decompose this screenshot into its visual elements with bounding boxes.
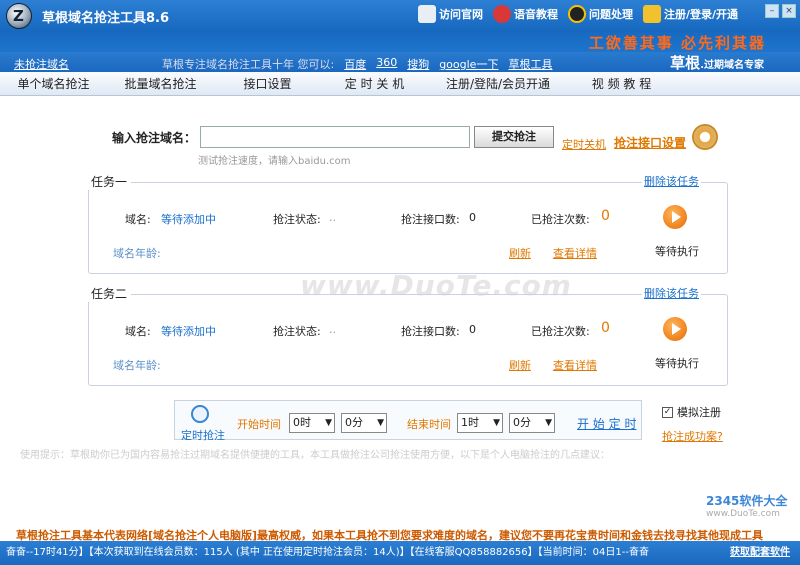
scheduled-grab-panel: 定时抢注 开始时间 0时 ▼ 0分 ▼ 结束时间 1时 ▼ 0分 ▼ 开 始 定 时: [174, 400, 642, 442]
interface-count-label: 抢注接口数:: [401, 325, 460, 338]
status-label: 抢注状态:: [273, 213, 321, 226]
main-tabs: 单个域名抢注 批量域名抢注 接口设置 定 时 关 机 注册/登陆/会员开通 视 …: [0, 72, 800, 96]
domain-value: 等待添加中: [161, 213, 216, 226]
home-icon: [417, 5, 436, 23]
issue-help-link[interactable]: 问题处理: [567, 5, 633, 23]
start-hour-select[interactable]: 0时 ▼: [289, 413, 335, 433]
status-text: 奋奋--17时41分】【本次获取到在线会员数：115人 (其中 正在使用定时抢注…: [6, 547, 649, 558]
gear-icon[interactable]: [692, 124, 718, 150]
delete-task-link[interactable]: 删除该任务: [642, 173, 701, 189]
voice-tutorial-link[interactable]: 语音教程: [492, 5, 558, 23]
tab-scheduled-shutdown[interactable]: 定 时 关 机: [321, 72, 428, 95]
search-link-caogen-tools[interactable]: 草根工具: [508, 56, 552, 72]
status-bar: 奋奋--17时41分】【本次获取到在线会员数：115人 (其中 正在使用定时抢注…: [0, 541, 800, 565]
search-link-baidu[interactable]: 百度: [344, 56, 366, 72]
tab-batch-domain[interactable]: 批量域名抢注: [107, 72, 214, 95]
search-link-google[interactable]: google一下: [439, 56, 498, 72]
status-value: ..: [329, 211, 336, 224]
domain-label: 域名:: [125, 213, 151, 226]
scheduled-shutdown-link[interactable]: 定时关机: [562, 136, 606, 152]
interface-count-value: 0: [469, 323, 476, 336]
domain-age-label: 域名年龄:: [113, 247, 161, 260]
start-minute-select[interactable]: 0分 ▼: [341, 413, 387, 433]
watermark-logo: 2345软件大全 www.DuoTe.com: [706, 494, 788, 519]
domain-input[interactable]: [200, 126, 471, 148]
register-login-link[interactable]: 注册/登录/开通: [642, 5, 738, 23]
notice-text-group: 草根专注域名抢注工具十年 您可以: 百度 360 搜狗 google一下 草根工…: [162, 56, 552, 72]
notice-text: 草根专注域名抢注工具十年 您可以:: [162, 58, 335, 71]
clock-icon: [191, 405, 209, 423]
task-title: 任务二: [87, 285, 132, 302]
search-link-sogou[interactable]: 搜狗: [407, 56, 429, 72]
music-icon: [492, 5, 511, 23]
interface-count-label: 抢注接口数:: [401, 213, 460, 226]
domain-label: 域名:: [125, 325, 151, 338]
submit-button[interactable]: 提交抢注: [474, 126, 555, 148]
app-title: 草根域名抢注工具8.6: [42, 11, 170, 26]
domain-input-label: 输入抢注域名：: [112, 130, 197, 145]
status-value: ..: [329, 323, 336, 336]
task-panel-2: 任务二 删除该任务 域名: 等待添加中 抢注状态: .. 抢注接口数: 0 已抢…: [87, 285, 728, 386]
interface-settings-link[interactable]: 抢注接口设置: [614, 134, 686, 151]
usage-tips: 使用提示：草根助你已为国内容易抢注过期域名提供便捷的工具，本工具做抢注公司抢注使…: [20, 450, 610, 461]
close-button[interactable]: ×: [782, 4, 796, 18]
attempt-count-label: 已抢注次数:: [531, 325, 590, 338]
notice-bar: 未抢注域名 草根专注域名抢注工具十年 您可以: 百度 360 搜狗 google…: [0, 52, 800, 72]
attempt-count-value: 0: [601, 208, 610, 224]
get-companion-software-link[interactable]: 获取配套软件: [730, 541, 790, 565]
chevron-down-icon: ▼: [493, 418, 500, 428]
input-hint: 测试抢注速度，请输入baidu.com: [198, 156, 351, 167]
end-hour-select[interactable]: 1时 ▼: [457, 413, 503, 433]
scheduled-grab-label: 定时抢注: [181, 429, 225, 442]
tab-video-tutorial[interactable]: 视 频 教 程: [568, 72, 675, 95]
search-link-360[interactable]: 360: [376, 56, 397, 72]
brand-logo: 草根.过期域名专家: [670, 54, 764, 72]
slogan: 工欲善其事 必先利其器: [588, 34, 766, 52]
main-panel: www.DuoTe.com 输入抢注域名： 提交抢注 定时关机 抢注接口设置 测…: [0, 96, 800, 542]
qq-penguin-icon: [567, 5, 586, 23]
attempt-count-label: 已抢注次数:: [531, 213, 590, 226]
chevron-down-icon: ▼: [545, 418, 552, 428]
play-icon[interactable]: [663, 317, 687, 341]
tab-single-domain[interactable]: 单个域名抢注: [0, 72, 107, 95]
domain-input-row: 输入抢注域名： 提交抢注: [112, 126, 555, 148]
task-panel-1: 任务一 删除该任务 域名: 等待添加中 抢注状态: .. 抢注接口数: 0 已抢…: [87, 173, 728, 274]
success-cases-link[interactable]: 抢注成功案?: [662, 428, 723, 444]
view-details-link[interactable]: 查看详情: [553, 245, 597, 261]
tab-register-login[interactable]: 注册/登陆/会员开通: [428, 72, 568, 95]
interface-count-value: 0: [469, 211, 476, 224]
simulate-register-option[interactable]: ✓ 模拟注册: [662, 404, 721, 420]
tab-interface-settings[interactable]: 接口设置: [214, 72, 321, 95]
end-time-label: 结束时间: [407, 418, 451, 431]
unregistered-domain-link[interactable]: 未抢注域名: [14, 56, 69, 72]
wait-status: 等待执行: [655, 357, 699, 370]
attempt-count-value: 0: [601, 320, 610, 336]
key-icon: [642, 5, 661, 23]
app-logo-icon: Z: [6, 3, 32, 29]
start-timer-link[interactable]: 开 始 定 时: [577, 415, 636, 432]
top-links: 访问官网 语音教程 问题处理 注册/登录/开通: [417, 5, 738, 23]
chevron-down-icon: ▼: [325, 418, 332, 428]
chevron-down-icon: ▼: [377, 418, 384, 428]
domain-age-label: 域名年龄:: [113, 359, 161, 372]
minimize-button[interactable]: –: [765, 4, 779, 18]
end-minute-select[interactable]: 0分 ▼: [509, 413, 555, 433]
status-label: 抢注状态:: [273, 325, 321, 338]
refresh-link[interactable]: 刷新: [509, 245, 531, 261]
wait-status: 等待执行: [655, 245, 699, 258]
view-details-link[interactable]: 查看详情: [553, 357, 597, 373]
play-icon[interactable]: [663, 205, 687, 229]
title-bar: Z 草根域名抢注工具8.6 访问官网 语音教程 问题处理 注册/登录/开通 – …: [0, 0, 800, 52]
visit-website-link[interactable]: 访问官网: [417, 5, 483, 23]
simulate-register-checkbox[interactable]: ✓: [662, 406, 673, 418]
delete-task-link[interactable]: 删除该任务: [642, 285, 701, 301]
task-title: 任务一: [87, 173, 132, 190]
start-time-label: 开始时间: [237, 418, 281, 431]
simulate-register-label: 模拟注册: [677, 406, 721, 419]
domain-value: 等待添加中: [161, 325, 216, 338]
refresh-link[interactable]: 刷新: [509, 357, 531, 373]
window-controls: – ×: [765, 4, 796, 18]
